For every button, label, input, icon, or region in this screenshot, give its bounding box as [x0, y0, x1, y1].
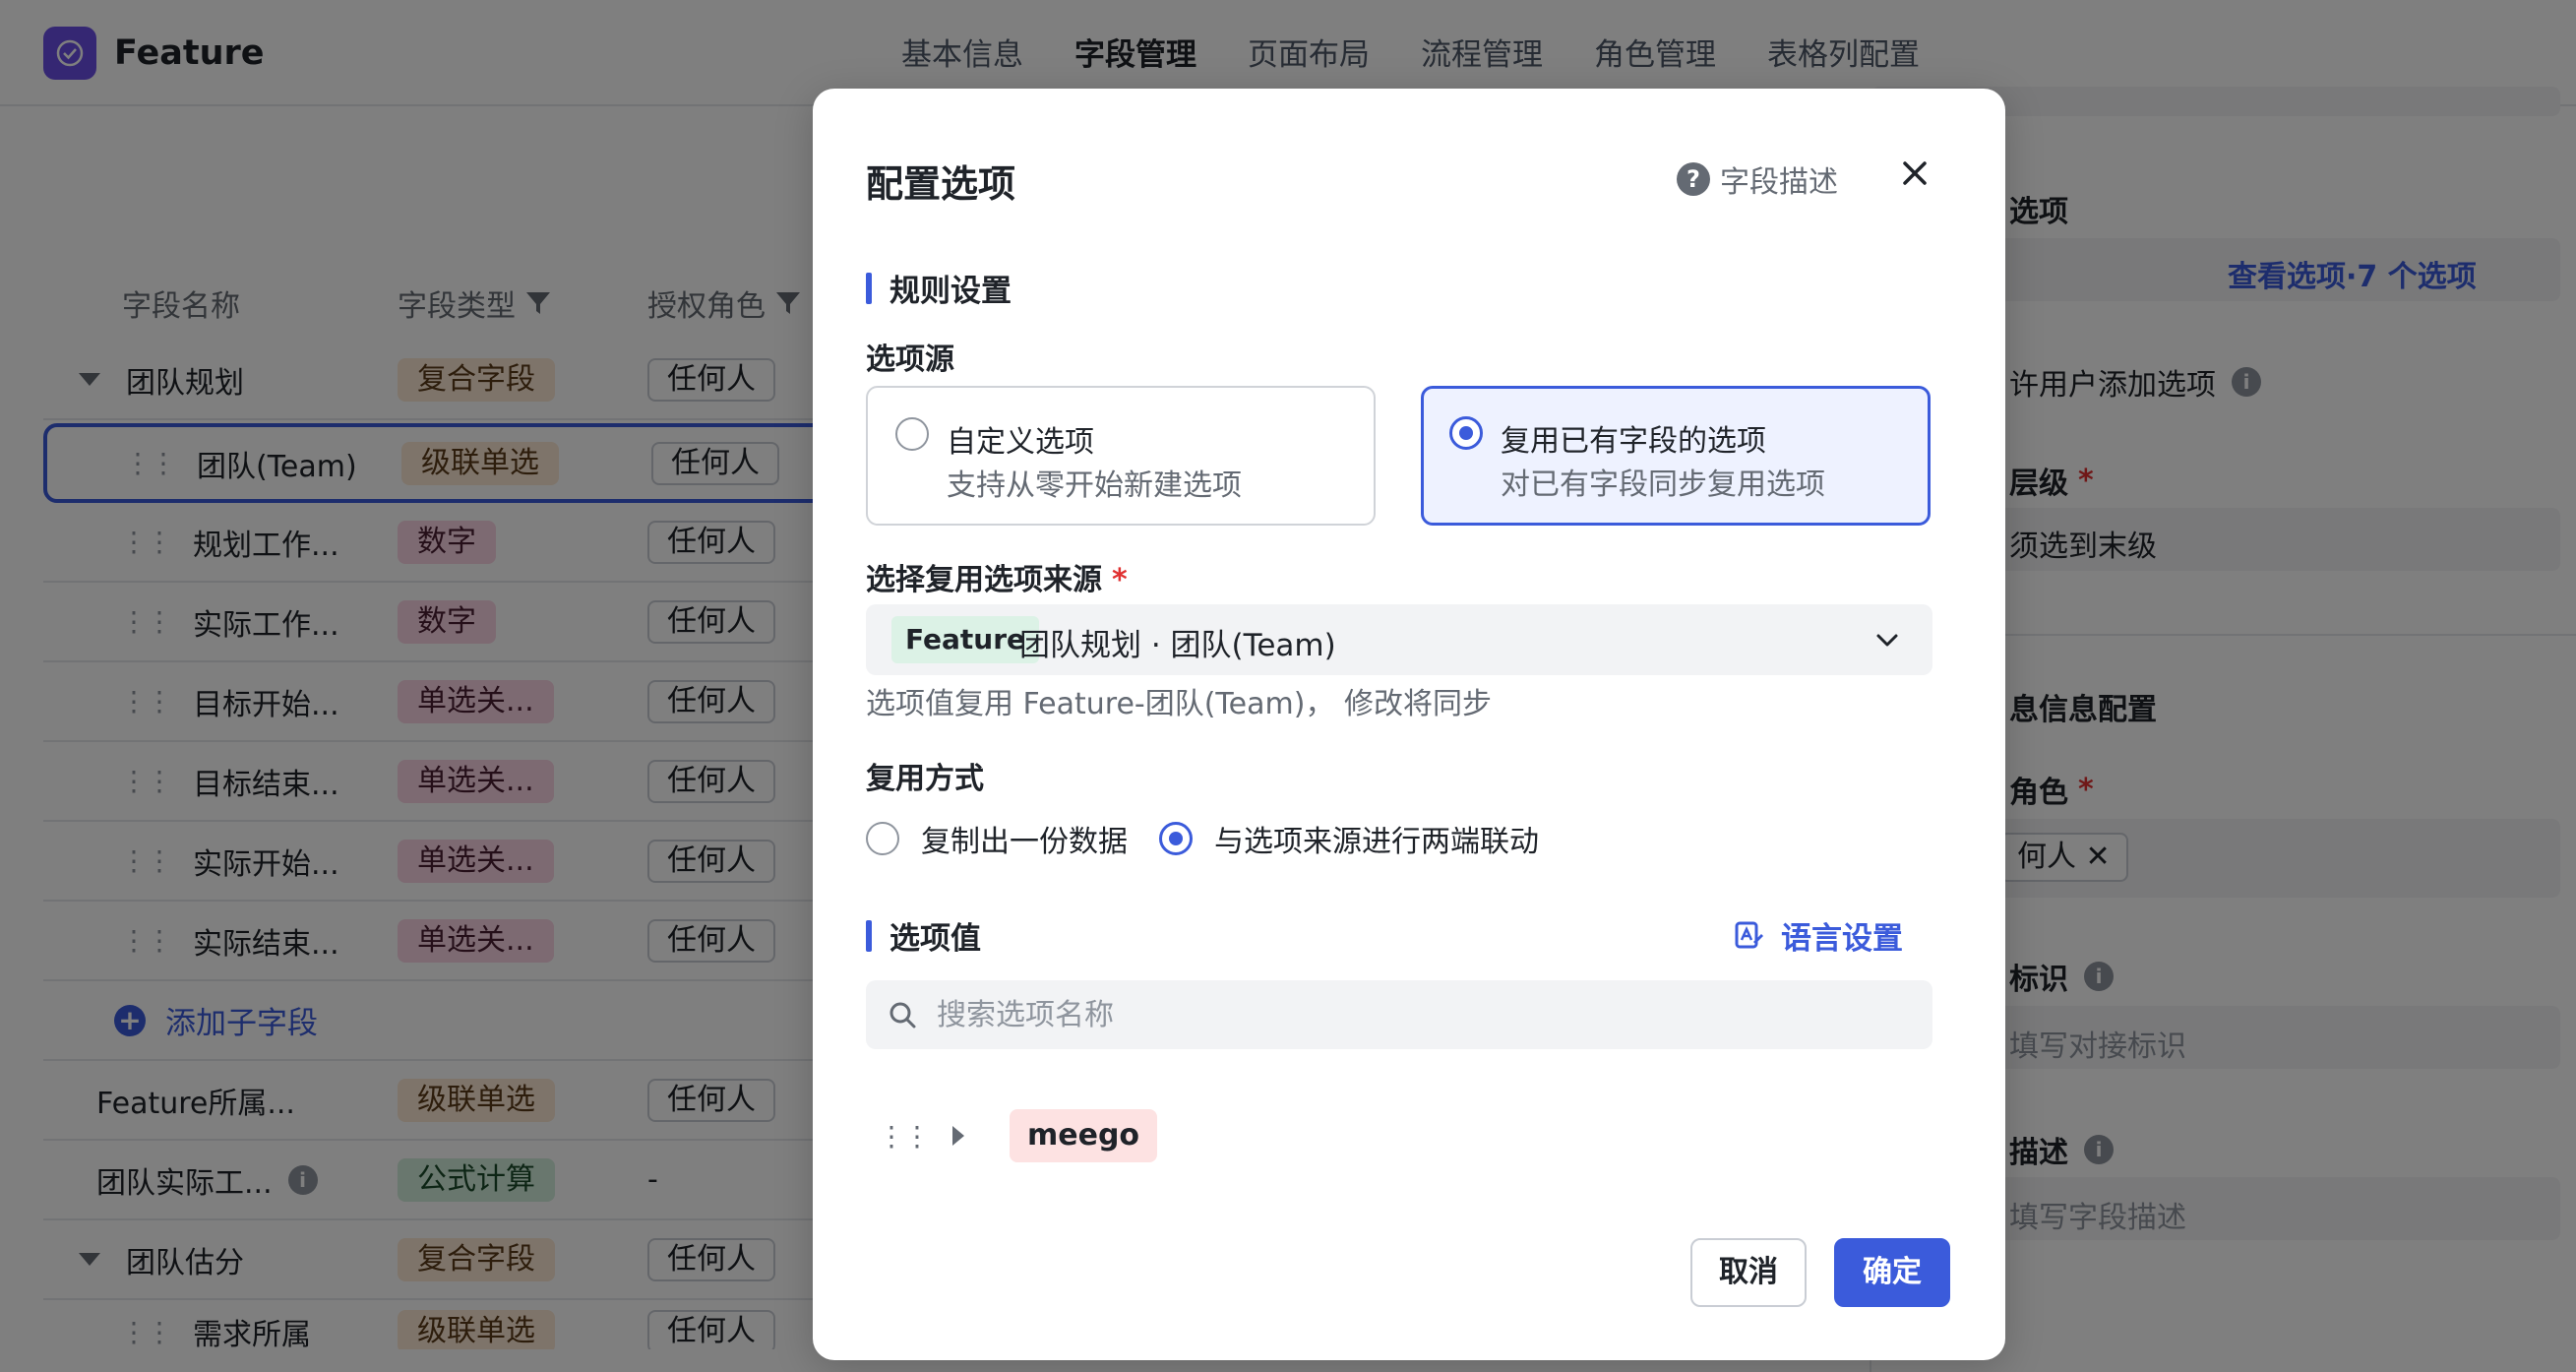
reuse-options-card[interactable]: 复用已有字段的选项 对已有字段同步复用选项 [1421, 386, 1931, 526]
section-accent-bar [866, 272, 872, 304]
reuse-mode-link-radio[interactable] [1159, 822, 1193, 855]
option-values-section-title: 选项值 [889, 921, 981, 957]
reuse-mode-copy-label: 复制出一份数据 [921, 825, 1128, 859]
search-icon [889, 1002, 916, 1029]
custom-options-subtitle: 支持从零开始新建选项 [947, 468, 1242, 503]
source-project-tag: Feature [891, 616, 1039, 663]
rules-section-title: 规则设置 [889, 274, 1012, 309]
reuse-source-label: 选择复用选项来源 [866, 563, 1102, 597]
help-icon: ? [1677, 162, 1710, 196]
reuse-options-title: 复用已有字段的选项 [1501, 424, 1766, 459]
dialog-title: 配置选项 [866, 162, 1016, 206]
close-icon[interactable] [1893, 152, 1936, 195]
drag-handle-icon[interactable]: ⋮⋮ [878, 1120, 931, 1153]
section-accent-bar [866, 919, 872, 952]
expand-caret-icon[interactable] [952, 1126, 964, 1146]
reuse-source-value: 团队规划 · 团队(Team) [1019, 628, 1336, 663]
required-mark: * [1112, 563, 1128, 597]
field-description-link[interactable]: ? 字段描述 [1677, 157, 1838, 201]
reuse-mode-link-label: 与选项来源进行两端联动 [1214, 825, 1539, 859]
language-settings-button[interactable]: 语言设置 [1734, 913, 1903, 958]
option-tag: meego [1010, 1109, 1158, 1162]
custom-options-radio[interactable] [895, 417, 929, 451]
reuse-mode-copy-radio[interactable] [866, 822, 899, 855]
option-search-input[interactable] [937, 997, 1881, 1032]
option-item[interactable]: ⋮⋮ meego [878, 1108, 1158, 1163]
reuse-hint: 选项值复用 Feature-团队(Team)， 修改将同步 [866, 687, 1492, 721]
configure-options-dialog: 配置选项 ? 字段描述 规则设置 选项源 自定义选项 支持从零开始新建选项 复用… [813, 89, 2005, 1360]
custom-options-title: 自定义选项 [947, 425, 1094, 460]
cancel-button[interactable]: 取消 [1690, 1238, 1807, 1307]
reuse-options-radio[interactable] [1449, 416, 1483, 450]
field-description-label: 字段描述 [1720, 165, 1838, 200]
option-search[interactable] [866, 980, 1932, 1049]
chevron-down-icon [1876, 634, 1898, 647]
reuse-mode-link-option[interactable]: 与选项来源进行两端联动 [1159, 817, 1539, 860]
confirm-button[interactable]: 确定 [1834, 1238, 1950, 1307]
language-settings-label: 语言设置 [1781, 921, 1903, 957]
translate-icon [1735, 921, 1763, 948]
reuse-options-subtitle: 对已有字段同步复用选项 [1501, 468, 1825, 502]
reuse-mode-copy-option[interactable]: 复制出一份数据 [866, 817, 1128, 860]
reuse-mode-label: 复用方式 [866, 762, 984, 796]
reuse-source-select[interactable]: Feature 团队规划 · 团队(Team) [866, 604, 1932, 675]
custom-options-card[interactable]: 自定义选项 支持从零开始新建选项 [866, 386, 1376, 526]
option-source-label: 选项源 [866, 343, 954, 377]
